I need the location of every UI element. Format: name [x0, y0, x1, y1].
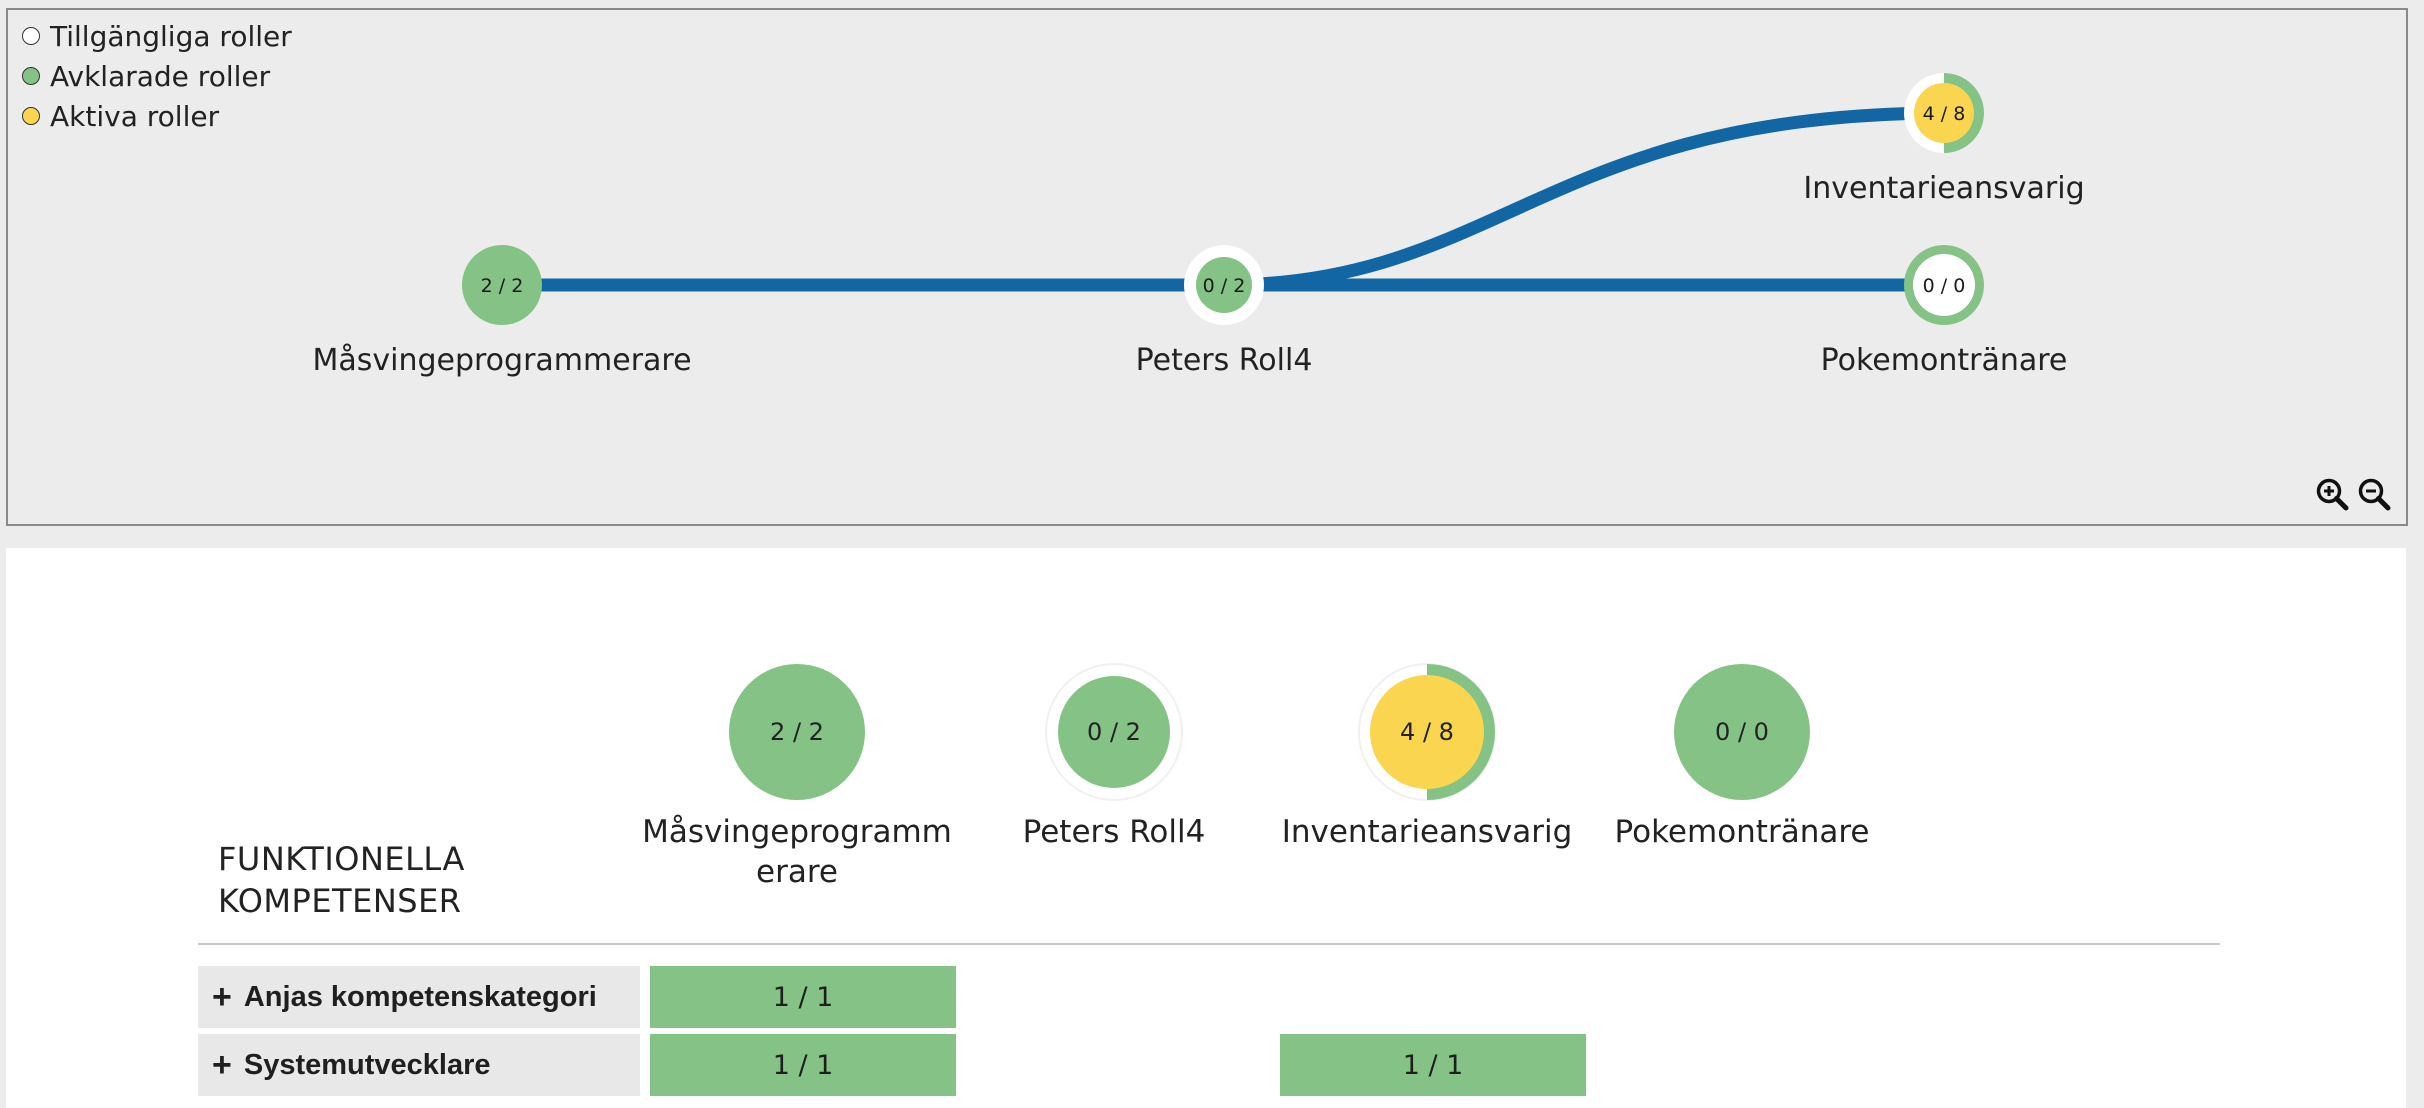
- divider: [198, 943, 2220, 945]
- legend-label: Avklarade roller: [50, 59, 271, 93]
- category-toggle[interactable]: + Systemutvecklare: [198, 1034, 640, 1096]
- legend-label: Aktiva roller: [50, 99, 220, 133]
- expand-plus-icon[interactable]: +: [212, 1046, 232, 1085]
- competence-cell[interactable]: 1 / 1: [650, 966, 956, 1028]
- map-node-count: 0 / 2: [1203, 275, 1246, 297]
- map-node-masvingeprogrammerare[interactable]: 2 / 2 Måsvingeprogrammerare: [312, 245, 692, 378]
- competence-row: + Anjas kompetenskategori 1 / 1: [198, 966, 956, 1028]
- category-toggle[interactable]: + Anjas kompetenskategori: [198, 966, 640, 1028]
- section-heading: FUNKTIONELLA KOMPETENSER: [218, 838, 478, 922]
- legend-item-completed: Avklarade roller: [22, 56, 292, 96]
- role-column-label: Inventarieansvarig: [1282, 814, 1573, 850]
- legend: Tillgängliga roller Avklarade roller Akt…: [22, 16, 292, 136]
- role-column-peters-roll4[interactable]: 0 / 2 Peters Roll4: [1023, 663, 1206, 850]
- legend-item-available: Tillgängliga roller: [22, 16, 292, 56]
- legend-dot-available: [22, 27, 40, 45]
- map-node-label: Inventarieansvarig: [1803, 171, 2084, 206]
- legend-dot-active: [22, 107, 40, 125]
- role-map-panel[interactable]: 2 / 2 Måsvingeprogrammerare 0 / 2 Peters…: [6, 8, 2408, 526]
- map-node-count: 0 / 0: [1923, 275, 1966, 297]
- role-column-count: 4 / 8: [1400, 718, 1454, 746]
- zoom-controls: [2314, 476, 2392, 512]
- map-node-count: 2 / 2: [481, 275, 524, 297]
- role-column-count: 2 / 2: [770, 718, 824, 746]
- category-label: Systemutvecklare: [243, 1048, 491, 1081]
- competence-cell[interactable]: 1 / 1: [650, 1034, 956, 1096]
- role-map-canvas: 2 / 2 Måsvingeprogrammerare 0 / 2 Peters…: [312, 73, 2085, 378]
- role-column-masvingeprogrammerare[interactable]: 2 / 2 Måsvingeprogramm erare: [642, 664, 952, 890]
- map-node-inventarieansvarig[interactable]: 4 / 8 Inventarieansvarig: [1803, 73, 2085, 206]
- competence-section: 2 / 2 Måsvingeprogramm erare 0 / 2 Peter…: [6, 548, 2406, 1108]
- role-column-pokemontranare[interactable]: 0 / 0 Pokemontränare: [1615, 664, 1870, 850]
- cell-count: 1 / 1: [1402, 1049, 1464, 1081]
- cell-count: 1 / 1: [772, 981, 834, 1013]
- map-node-label: Peters Roll4: [1136, 343, 1313, 378]
- zoom-in-icon[interactable]: [2314, 476, 2350, 512]
- cell-count: 1 / 1: [772, 1049, 834, 1081]
- category-label: Anjas kompetenskategori: [243, 980, 597, 1013]
- role-column-count: 0 / 0: [1715, 718, 1769, 746]
- role-column-label: Pokemontränare: [1615, 814, 1870, 850]
- legend-dot-completed: [22, 67, 40, 85]
- role-column-label-cont: erare: [756, 854, 838, 890]
- role-column-label: Peters Roll4: [1023, 814, 1206, 850]
- map-node-label: Måsvingeprogrammerare: [312, 343, 691, 378]
- expand-plus-icon[interactable]: +: [212, 978, 232, 1017]
- role-column-count: 0 / 2: [1087, 718, 1141, 746]
- legend-label: Tillgängliga roller: [50, 19, 292, 53]
- competence-cell[interactable]: 1 / 1: [1280, 1034, 1586, 1096]
- map-node-label: Pokemontränare: [1821, 343, 2068, 378]
- map-node-pokemontranare[interactable]: 0 / 0 Pokemontränare: [1821, 245, 2068, 378]
- zoom-out-icon[interactable]: [2356, 476, 2392, 512]
- role-column-inventarieansvarig[interactable]: 4 / 8 Inventarieansvarig: [1282, 663, 1573, 850]
- legend-item-active: Aktiva roller: [22, 96, 292, 136]
- section-heading-line2: KOMPETENSER: [218, 882, 462, 920]
- competence-row: + Systemutvecklare 1 / 1 1 / 1: [198, 1034, 1586, 1096]
- role-column-label: Måsvingeprogramm: [642, 814, 952, 850]
- map-node-count: 4 / 8: [1923, 103, 1966, 125]
- section-heading-line1: FUNKTIONELLA: [218, 840, 465, 878]
- map-node-peters-roll4[interactable]: 0 / 2 Peters Roll4: [1136, 245, 1313, 378]
